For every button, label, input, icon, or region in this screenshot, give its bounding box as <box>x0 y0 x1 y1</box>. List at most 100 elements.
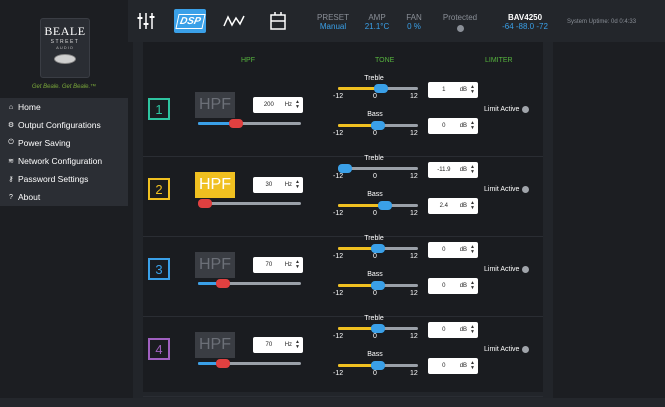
stepper-arrows-icon[interactable]: ▲ ▼ <box>470 85 475 95</box>
hpf-header: HPF <box>241 57 255 64</box>
treble-max-tick: 12 <box>410 173 418 180</box>
hpf-slider-thumb[interactable] <box>229 119 243 128</box>
channel-number: 1 <box>148 98 170 120</box>
sidebar-item-password-settings[interactable]: ⚷ Password Settings <box>0 170 128 188</box>
dsp-icon[interactable]: DSP <box>174 9 206 33</box>
stepper-arrows-icon[interactable]: ▲ ▼ <box>295 260 300 270</box>
stepper-arrows-icon[interactable]: ▲ ▼ <box>470 121 475 131</box>
stepper-arrows-icon[interactable]: ▲ ▼ <box>470 165 475 175</box>
bass-stepper[interactable]: 0 dB ▲ ▼ <box>428 358 478 374</box>
channel-row: 3 HPF 70 Hz ▲ ▼ Treble -12 0 12 0 dB ▲ ▼… <box>143 235 543 320</box>
mixer-icon[interactable] <box>130 9 162 33</box>
treble-stepper[interactable]: 1 dB ▲ ▼ <box>428 82 478 98</box>
treble-slider-thumb[interactable] <box>338 164 352 173</box>
stepper-arrows-icon[interactable]: ▲ ▼ <box>470 201 475 211</box>
limiter-indicator-icon <box>522 186 530 193</box>
hpf-toggle-button[interactable]: HPF <box>195 252 235 278</box>
stepper-arrows-icon[interactable]: ▲ ▼ <box>470 361 475 371</box>
treble-slider[interactable] <box>338 324 418 333</box>
sidebar-item-output-configurations[interactable]: ⚙ Output Configurations <box>0 116 128 134</box>
limiter-label: Limit Active <box>484 106 520 113</box>
fan-label: FAN <box>406 13 422 22</box>
treble-min-tick: -12 <box>333 173 344 180</box>
bass-slider-thumb[interactable] <box>371 121 385 130</box>
hpf-frequency-stepper[interactable]: 30 Hz ▲ ▼ <box>253 177 303 193</box>
hpf-frequency-unit: Hz <box>284 182 293 188</box>
treble-slider[interactable] <box>338 84 418 93</box>
channel-divider <box>143 396 543 397</box>
treble-unit: dB <box>459 87 468 93</box>
bass-slider-thumb[interactable] <box>378 201 392 210</box>
hpf-slider-thumb[interactable] <box>198 199 212 208</box>
logo-emblem-icon <box>54 54 76 64</box>
treble-slider-thumb[interactable] <box>374 84 388 93</box>
home-icon: ⌂ <box>8 103 14 111</box>
channel-row: 2 HPF 30 Hz ▲▼ Treble -12 0 12 -11.9 dB <box>143 155 543 240</box>
treble-mid-tick: 0 <box>373 93 377 100</box>
stepper-arrows-icon[interactable]: ▲ ▼ <box>470 281 475 291</box>
bass-slider[interactable] <box>338 361 418 370</box>
hpf-toggle-button[interactable]: HPF <box>195 332 235 358</box>
hpf-frequency-unit: Hz <box>284 102 293 108</box>
bass-slider-thumb[interactable] <box>371 281 385 290</box>
waveform-icon[interactable] <box>218 9 250 33</box>
bass-min-tick: -12 <box>333 130 344 137</box>
treble-min-tick: -12 <box>333 93 344 100</box>
treble-value: 0 <box>442 247 446 253</box>
stepper-arrows-icon[interactable]: ▲ ▼ <box>470 325 475 335</box>
sidebar-item-home[interactable]: ⌂ Home <box>0 98 128 116</box>
channel-number: 2 <box>148 178 170 200</box>
hpf-slider-thumb[interactable] <box>216 359 230 368</box>
treble-slider-thumb[interactable] <box>371 324 385 333</box>
treble-label: Treble <box>364 75 384 82</box>
hpf-slider-thumb[interactable] <box>216 279 230 288</box>
treble-slider-thumb[interactable] <box>371 244 385 253</box>
bass-unit: dB <box>459 283 468 289</box>
hpf-slider[interactable] <box>198 279 301 288</box>
wifi-icon: ≋ <box>8 158 14 165</box>
limiter-status: Limit Active <box>484 186 530 193</box>
brand-logo: BEALE STREET AUDIO <box>40 18 90 78</box>
treble-stepper[interactable]: 0 dB ▲ ▼ <box>428 322 478 338</box>
treble-unit: dB <box>459 327 468 333</box>
bass-max-tick: 12 <box>410 370 418 377</box>
amp-status: AMP 21.1°C <box>359 13 395 31</box>
stepper-arrows-icon[interactable]: ▲ ▼ <box>470 245 475 255</box>
bass-min-tick: -12 <box>333 210 344 217</box>
bass-max-tick: 12 <box>410 130 418 137</box>
bass-stepper[interactable]: 2.4 dB ▲ ▼ <box>428 198 478 214</box>
bass-stepper[interactable]: 0 dB ▲ ▼ <box>428 278 478 294</box>
stepper-arrows-icon[interactable]: ▲ ▼ <box>295 100 300 110</box>
hpf-slider[interactable] <box>198 119 301 128</box>
bass-slider[interactable] <box>338 281 418 290</box>
treble-stepper[interactable]: -11.9 dB ▲ ▼ <box>428 162 478 178</box>
bass-mid-tick: 0 <box>373 130 377 137</box>
bass-stepper[interactable]: 0 dB ▲ ▼ <box>428 118 478 134</box>
logo-audio: AUDIO <box>56 45 74 50</box>
sidebar-item-network-configuration[interactable]: ≋ Network Configuration <box>0 152 128 170</box>
hpf-slider[interactable] <box>198 359 301 368</box>
bass-slider[interactable] <box>338 201 418 210</box>
model-status: BAV4250 -64 -88.0 -72 <box>490 13 560 31</box>
hpf-frequency-stepper[interactable]: 70 Hz ▲ ▼ <box>253 337 303 353</box>
bass-mid-tick: 0 <box>373 210 377 217</box>
treble-slider[interactable] <box>338 244 418 253</box>
hpf-toggle-button[interactable]: HPF <box>195 172 235 198</box>
sidebar-item-power-saving[interactable]: ⏻ Power Saving <box>0 134 128 152</box>
treble-max-tick: 12 <box>410 93 418 100</box>
hpf-slider[interactable] <box>198 199 301 208</box>
stepper-arrows-icon[interactable]: ▲ ▼ <box>295 340 300 350</box>
bass-slider-thumb[interactable] <box>371 361 385 370</box>
device-icon[interactable] <box>262 9 294 33</box>
stepper-arrows-icon[interactable]: ▲ ▼ <box>295 180 300 190</box>
hpf-toggle-button[interactable]: HPF <box>195 92 235 118</box>
limiter-status: Limit Active <box>484 346 530 353</box>
bass-slider[interactable] <box>338 121 418 130</box>
hpf-frequency-stepper[interactable]: 70 Hz ▲ ▼ <box>253 257 303 273</box>
gear-icon: ⚙ <box>7 122 15 129</box>
bass-value: 0 <box>442 363 446 369</box>
treble-slider[interactable] <box>338 164 418 173</box>
treble-stepper[interactable]: 0 dB ▲ ▼ <box>428 242 478 258</box>
hpf-frequency-stepper[interactable]: 200 Hz ▲ ▼ <box>253 97 303 113</box>
sidebar-item-about[interactable]: ? About <box>0 188 128 206</box>
